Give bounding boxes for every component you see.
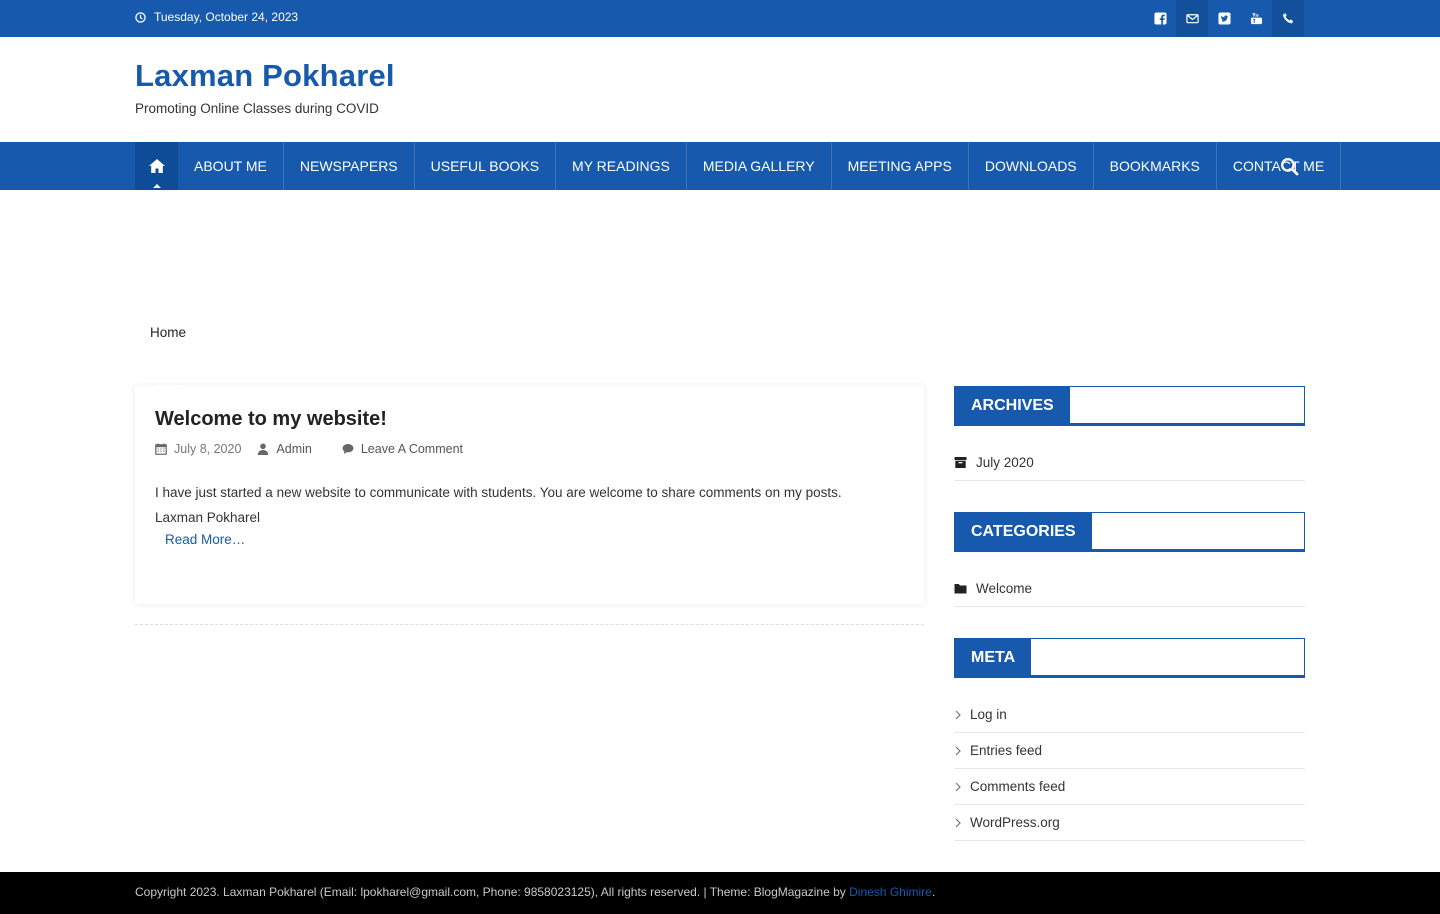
calendar-icon [155, 443, 167, 455]
post-card: Welcome to my website! July 8, 2020 Admi… [135, 385, 924, 604]
meta-item-wordpress-org[interactable]: WordPress.org [954, 805, 1305, 841]
post-date[interactable]: July 8, 2020 [155, 442, 241, 456]
categories-title: Categories [955, 513, 1092, 550]
facebook-icon [1153, 12, 1167, 25]
archives-title: Archives [955, 387, 1070, 424]
post-meta: July 8, 2020 Admin Leave A Comment [155, 442, 463, 456]
chevron-right-icon [955, 818, 961, 827]
archive-icon [954, 457, 967, 468]
phone-link[interactable] [1272, 0, 1304, 37]
nav-item-useful-books[interactable]: Useful Books [415, 142, 557, 190]
post-author[interactable]: Admin [257, 442, 312, 456]
nav-item-my-readings[interactable]: My Readings [556, 142, 687, 190]
folder-icon [954, 584, 967, 594]
twitter-icon [1217, 12, 1231, 25]
post-author-text: Admin [276, 442, 312, 456]
nav-item-newspapers[interactable]: Newspapers [284, 142, 415, 190]
meta-item-label: Log in [970, 707, 1007, 722]
categories-widget-title: Categories [954, 512, 1305, 552]
post-excerpt: I have just started a new website to com… [155, 480, 895, 530]
twitter-link[interactable] [1208, 0, 1240, 37]
date-text: Tuesday, October 24, 2023 [154, 10, 299, 24]
nav-item-meeting-apps[interactable]: Meeting Apps [832, 142, 969, 190]
nav-item-about-me[interactable]: About Me [178, 142, 284, 190]
post-comments[interactable]: Leave A Comment [342, 442, 463, 456]
category-item[interactable]: Welcome [954, 571, 1305, 607]
home-icon [148, 159, 165, 173]
excerpt-line-1: I have just started a new website to com… [155, 485, 842, 500]
nav-item-media-gallery[interactable]: Media Gallery [687, 142, 832, 190]
nav-menu: About Me Newspapers Useful Books My Read… [178, 142, 1342, 190]
excerpt-line-2: Laxman Pokharel [155, 510, 261, 525]
meta-item-log-in[interactable]: Log in [954, 697, 1305, 733]
post-divider [135, 624, 924, 625]
youtube-link[interactable] [1240, 0, 1272, 37]
site-footer: Copyright 2023. Laxman Pokharel (Email: … [0, 872, 1440, 914]
nav-item-downloads[interactable]: Downloads [969, 142, 1094, 190]
top-bar: Tuesday, October 24, 2023 [0, 0, 1440, 37]
email-icon [1185, 14, 1199, 24]
chevron-right-icon [955, 782, 961, 791]
post-date-text: July 8, 2020 [174, 442, 242, 456]
chevron-right-icon [955, 746, 961, 755]
meta-item-label: Entries feed [970, 743, 1043, 758]
meta-item-comments-feed[interactable]: Comments feed [954, 769, 1305, 805]
copyright-text: Copyright 2023. Laxman Pokharel (Email: … [135, 885, 935, 899]
search-button[interactable] [1271, 142, 1307, 190]
current-date: Tuesday, October 24, 2023 [135, 10, 298, 24]
post-comment-text: Leave A Comment [360, 442, 464, 456]
phone-icon [1282, 13, 1293, 24]
youtube-icon [1250, 12, 1262, 25]
nav-home-button[interactable] [135, 142, 178, 190]
chevron-right-icon [955, 710, 961, 719]
copyright-end: . [931, 885, 936, 899]
card-notch [155, 385, 183, 393]
breadcrumb: Home [150, 325, 186, 340]
archive-item[interactable]: July 2020 [954, 445, 1305, 481]
comment-icon [342, 444, 354, 454]
main-navigation: About Me Newspapers Useful Books My Read… [0, 142, 1440, 190]
meta-item-label: WordPress.org [970, 815, 1060, 830]
read-more-link[interactable]: Read More… [165, 532, 245, 547]
copyright-main: Copyright 2023. Laxman Pokharel (Email: … [135, 885, 850, 899]
active-indicator [153, 184, 161, 188]
facebook-link[interactable] [1144, 0, 1176, 37]
theme-author-link[interactable]: Dinesh Ghimire [849, 885, 932, 899]
breadcrumb-home[interactable]: Home [150, 325, 186, 340]
archive-item-label: July 2020 [976, 455, 1034, 470]
site-description: Promoting Online Classes during COVID [135, 101, 379, 116]
meta-title: Meta [955, 639, 1032, 676]
meta-item-label: Comments feed [970, 779, 1066, 794]
archives-widget-title: Archives [954, 386, 1305, 426]
category-item-label: Welcome [976, 581, 1033, 596]
email-link[interactable] [1176, 0, 1208, 37]
meta-widget-title: Meta [954, 638, 1305, 678]
clock-icon [135, 11, 146, 23]
search-icon [1280, 157, 1298, 175]
site-title[interactable]: Laxman Pokharel [135, 58, 395, 94]
nav-item-bookmarks[interactable]: Bookmarks [1094, 142, 1217, 190]
post-title[interactable]: Welcome to my website! [155, 408, 387, 431]
social-links [1144, 0, 1304, 37]
meta-item-entries-feed[interactable]: Entries feed [954, 733, 1305, 769]
user-icon [258, 443, 269, 455]
